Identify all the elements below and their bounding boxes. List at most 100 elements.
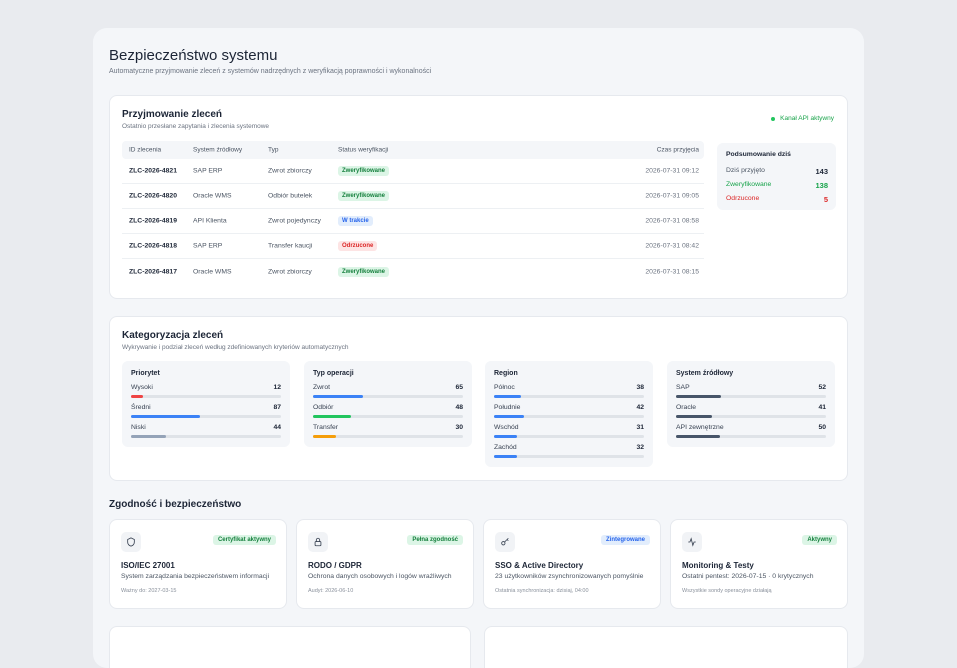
page-subtitle: Automatyczne przyjmowanie zleceń z syste…: [109, 68, 432, 75]
compliance-title-text: RODO / GDPR: [308, 561, 362, 570]
category-item-label: API zewnętrzne: [676, 424, 724, 431]
cell-order-id: ZLC-2026-4818: [129, 242, 177, 250]
summary-received-label: Dziś przyjęto: [726, 167, 765, 174]
table-row[interactable]: ZLC-2026-4818 SAP ERP Transfer kaucji Odrzu…: [122, 234, 704, 259]
progress-fill: [313, 395, 363, 398]
cell-system: SAP ERP: [193, 242, 223, 250]
category-item-label: Średni: [131, 404, 151, 411]
progress-fill: [676, 415, 712, 418]
cell-type: Zwrot zbiorczy: [268, 167, 312, 175]
progress-fill: [494, 455, 517, 458]
cell-system: Oracle WMS: [193, 268, 232, 275]
cell-time: 2026-07-31 08:58: [645, 217, 699, 225]
col-header-type[interactable]: Typ: [268, 147, 278, 154]
bottom-card-left: [109, 626, 471, 668]
progress-track: [676, 415, 826, 418]
progress-fill: [494, 435, 517, 438]
category-item[interactable]: Odbiór 48: [313, 404, 463, 424]
table-row[interactable]: ZLC-2026-4819 API Klienta Zwrot pojedynczy…: [122, 209, 704, 234]
progress-fill: [676, 435, 720, 438]
compliance-meta: Wszystkie sondy operacyjne działają: [682, 588, 772, 594]
category-item-label: Zwrot: [313, 384, 330, 391]
cell-status: Zweryfikowane: [338, 166, 390, 176]
col-header-status[interactable]: Status weryfikacji: [338, 147, 388, 154]
col-header-id[interactable]: ID zlecenia: [129, 147, 161, 154]
compliance-badge: Certyfikat aktywny: [212, 535, 276, 545]
cell-type: Zwrot pojedynczy: [268, 217, 321, 225]
category-item-value: 87: [273, 404, 281, 411]
key-icon: [495, 532, 515, 552]
category-item[interactable]: API zewnętrzne 50: [676, 424, 826, 444]
compliance-card[interactable]: Aktywny Monitoring & Testy Ostatni pentest…: [670, 519, 848, 609]
categorization-subtitle: Wykrywanie i podział zleceń według zdefi…: [122, 344, 349, 351]
category-item[interactable]: Niski 44: [131, 424, 281, 444]
status-dot-icon: [771, 116, 776, 121]
cell-status: Odrzucone: [338, 241, 378, 251]
compliance-card[interactable]: Zintegrowane SSO & Active Directory 23 uży…: [483, 519, 661, 609]
summary-verified-value: 138: [815, 181, 828, 190]
category-item[interactable]: Południe 42: [494, 404, 644, 424]
cell-time: 2026-07-31 09:12: [645, 167, 699, 175]
progress-track: [494, 455, 644, 458]
cell-order-id: ZLC-2026-4820: [129, 192, 177, 200]
progress-track: [313, 435, 463, 438]
category-item[interactable]: Zachód 32: [494, 444, 644, 464]
category-item[interactable]: Oracle 41: [676, 404, 826, 424]
compliance-card[interactable]: Pełna zgodność RODO / GDPR Ochrona danych …: [296, 519, 474, 609]
bottom-card-right: [484, 626, 848, 668]
cell-type: Odbiór butelek: [268, 192, 313, 200]
status-badge: W trakcie: [338, 216, 373, 226]
progress-track: [131, 435, 281, 438]
category-group: System źródłowy SAP 52 Oracle 41 API zewnętrz…: [667, 361, 835, 447]
activity-icon: [682, 532, 702, 552]
category-item-label: Wysoki: [131, 384, 153, 391]
col-header-system[interactable]: System źródłowy: [193, 147, 242, 154]
category-item-label: Zachód: [494, 444, 517, 451]
category-group: Priorytet Wysoki 12 Średni 87 Niski 44: [122, 361, 290, 447]
compliance-title-text: Monitoring & Testy: [682, 561, 754, 570]
category-item[interactable]: Północ 38: [494, 384, 644, 404]
table-row[interactable]: ZLC-2026-4817 Oracle WMS Zwrot zbiorczy Zwe…: [122, 259, 704, 284]
cell-system: API Klienta: [193, 217, 227, 225]
category-item[interactable]: Wschód 31: [494, 424, 644, 444]
category-item-value: 50: [818, 424, 826, 431]
cell-status: Zweryfikowane: [338, 191, 390, 201]
progress-track: [494, 395, 644, 398]
summary-rejected-value: 5: [823, 195, 828, 204]
api-status: Kanał API aktywny: [771, 115, 834, 122]
orders-title: Przyjmowanie zleceń: [122, 109, 223, 120]
summary-title: Podsumowanie dziś: [726, 151, 791, 158]
category-item[interactable]: Wysoki 12: [131, 384, 281, 404]
compliance-meta: Audyt: 2026-06-10: [308, 588, 354, 594]
table-row[interactable]: ZLC-2026-4820 Oracle WMS Odbiór butelek Zwe…: [122, 184, 704, 209]
category-item-value: 65: [455, 384, 463, 391]
category-item[interactable]: Zwrot 65: [313, 384, 463, 404]
category-item-label: Odbiór: [313, 404, 334, 411]
category-group-title: System źródłowy: [676, 370, 734, 377]
compliance-meta: Ostatnia synchronizacja: dzisiaj, 04:00: [495, 588, 589, 594]
table-row[interactable]: ZLC-2026-4821 SAP ERP Zwrot zbiorczy Zweryf…: [122, 159, 704, 184]
cell-order-id: ZLC-2026-4821: [129, 167, 177, 175]
categorization-title: Kategoryzacja zleceń: [122, 330, 224, 341]
col-header-time[interactable]: Czas przyjęcia: [657, 147, 699, 154]
compliance-card[interactable]: Certyfikat aktywny ISO/IEC 27001 System za…: [109, 519, 287, 609]
category-item-value: 44: [273, 424, 281, 431]
cell-status: W trakcie: [338, 216, 373, 226]
compliance-title: Zgodność i bezpieczeństwo: [109, 499, 242, 510]
categorization-card: Kategoryzacja zleceń Wykrywanie i podzia…: [109, 316, 848, 481]
progress-track: [494, 435, 644, 438]
compliance-desc: 23 użytkowników zsynchronizowanych pomyś…: [495, 573, 644, 580]
category-group: Typ operacji Zwrot 65 Odbiór 48 Transfer 30: [304, 361, 472, 447]
api-status-label: Kanał API aktywny: [780, 115, 834, 122]
category-item[interactable]: Średni 87: [131, 404, 281, 424]
cell-time: 2026-07-31 09:05: [645, 192, 699, 200]
progress-track: [131, 415, 281, 418]
progress-track: [313, 415, 463, 418]
category-item[interactable]: SAP 52: [676, 384, 826, 404]
category-item-value: 32: [636, 444, 644, 451]
category-item[interactable]: Transfer 30: [313, 424, 463, 444]
progress-fill: [131, 435, 166, 438]
category-item-value: 12: [273, 384, 281, 391]
summary-rejected-label: Odrzucone: [726, 195, 760, 202]
category-item-value: 48: [455, 404, 463, 411]
